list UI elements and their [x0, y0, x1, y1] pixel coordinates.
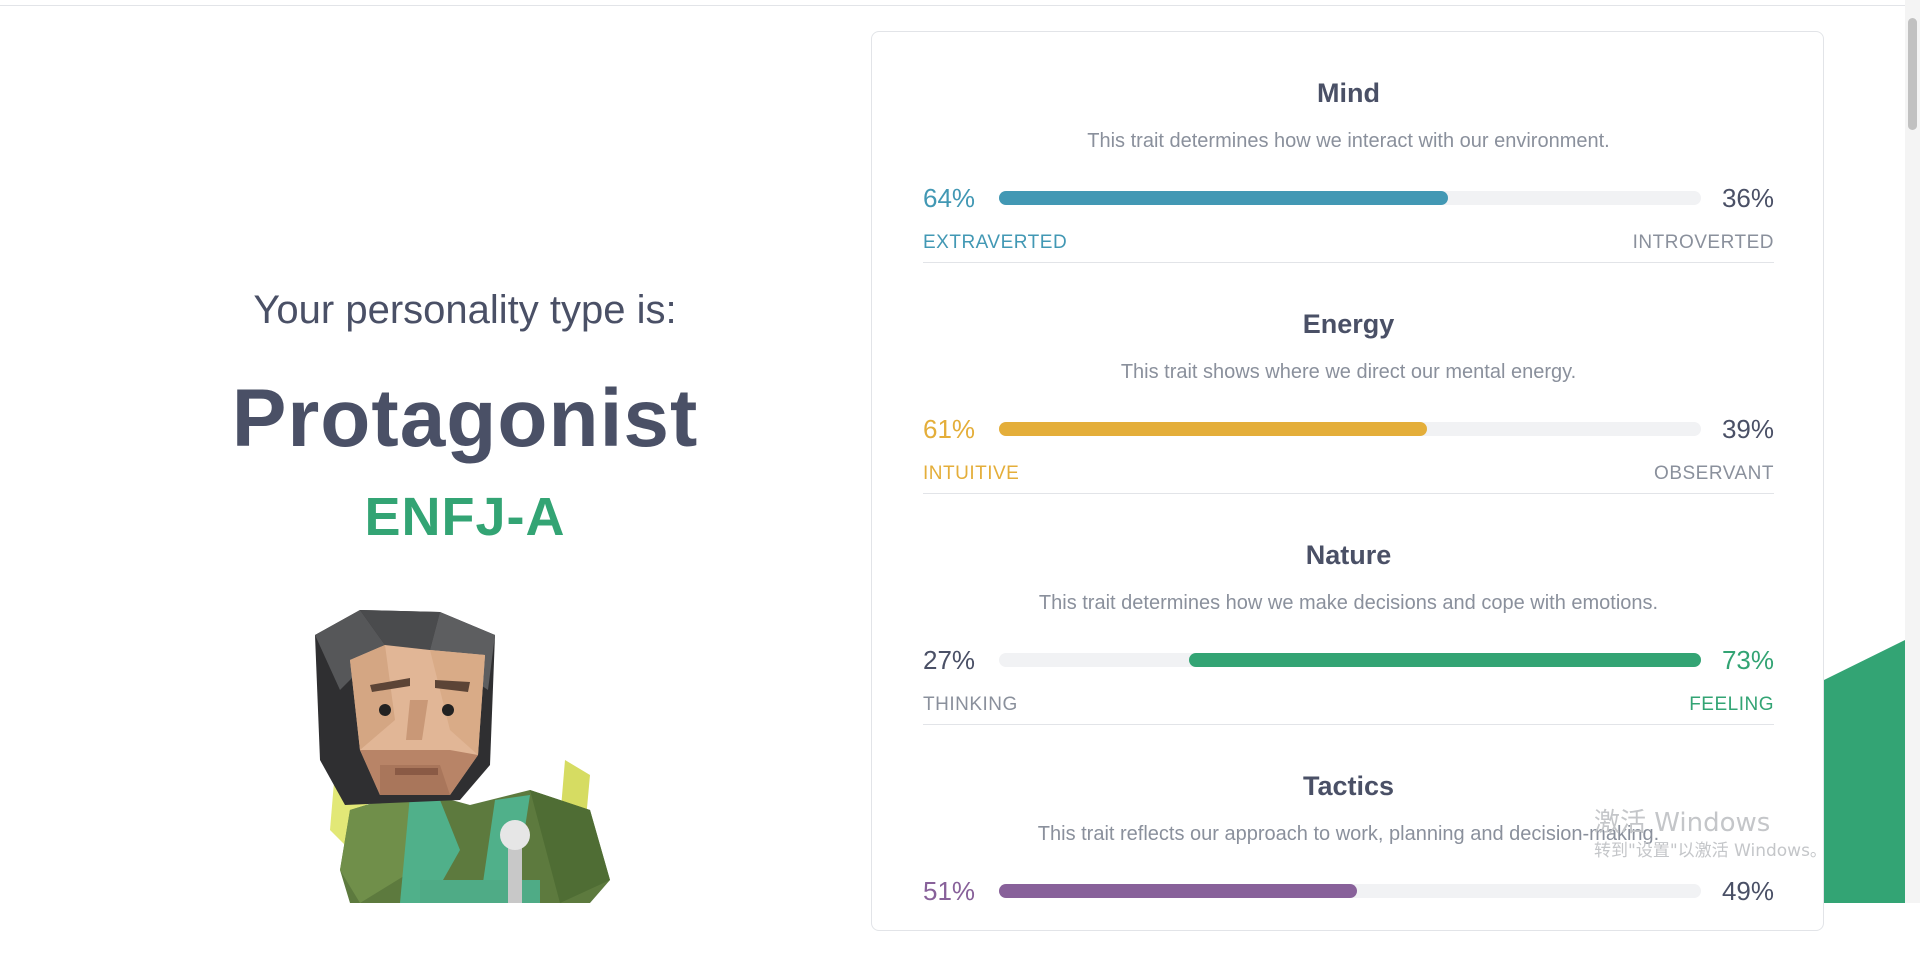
trait-right-percent: 36%: [1721, 183, 1774, 213]
trait-title: Nature: [1305, 540, 1392, 570]
trait-bar-fill: [1188, 653, 1701, 667]
intro-text: Your personality type is:: [253, 288, 677, 332]
scrollbar[interactable]: [1905, 0, 1920, 903]
trait-title: Tactics: [1302, 771, 1395, 801]
trait-right-percent: 49%: [1721, 876, 1774, 906]
trait-bar: [999, 191, 1701, 205]
trait-left-percent: 27%: [923, 645, 976, 675]
trait-bar: [999, 422, 1701, 436]
trait-energy: Energy This trait shows where we direct …: [923, 263, 1774, 494]
protagonist-character-icon: [315, 610, 610, 903]
trait-right-percent: 73%: [1721, 645, 1774, 675]
trait-description: This trait determines how we interact wi…: [1087, 130, 1610, 152]
trait-bar: [999, 653, 1701, 667]
trait-right-label: FEELING: [1689, 694, 1774, 715]
result-summary: Your personality type is: Protagonist EN…: [0, 0, 870, 903]
trait-right-percent: 39%: [1721, 414, 1774, 444]
trait-nature: Nature This trait determines how we make…: [923, 494, 1774, 725]
trait-right-label: INTROVERTED: [1632, 232, 1774, 253]
trait-mind: Mind This trait determines how we intera…: [923, 32, 1774, 263]
trait-left-label: EXTRAVERTED: [923, 232, 1068, 253]
trait-left-label: THINKING: [923, 694, 1018, 715]
trait-description: This trait shows where we direct our men…: [1120, 361, 1577, 383]
trait-left-percent: 51%: [923, 876, 976, 906]
personality-type-code: ENFJ-A: [364, 487, 566, 547]
personality-type-name: Protagonist: [231, 373, 699, 464]
trait-left-label: INTUITIVE: [923, 463, 1020, 484]
trait-bar-fill: [999, 191, 1449, 205]
trait-left-percent: 61%: [923, 414, 976, 444]
trait-description: This trait determines how we make decisi…: [1038, 592, 1659, 614]
traits-card: Mind This trait determines how we intera…: [871, 31, 1824, 931]
windows-activation-hint: 转到"设置"以激活 Windows。: [1594, 841, 1827, 861]
trait-title: Energy: [1302, 309, 1395, 339]
trait-bar: [999, 884, 1701, 898]
trait-title: Mind: [1317, 78, 1380, 108]
trait-right-label: OBSERVANT: [1654, 463, 1774, 484]
scrollbar-thumb[interactable]: [1908, 18, 1917, 130]
trait-bar-fill: [999, 422, 1428, 436]
trait-left-percent: 64%: [923, 183, 976, 213]
green-corner-decoration: [1824, 640, 1905, 903]
trait-bar-fill: [999, 884, 1358, 898]
windows-activation-watermark: 激活 Windows: [1594, 808, 1771, 838]
